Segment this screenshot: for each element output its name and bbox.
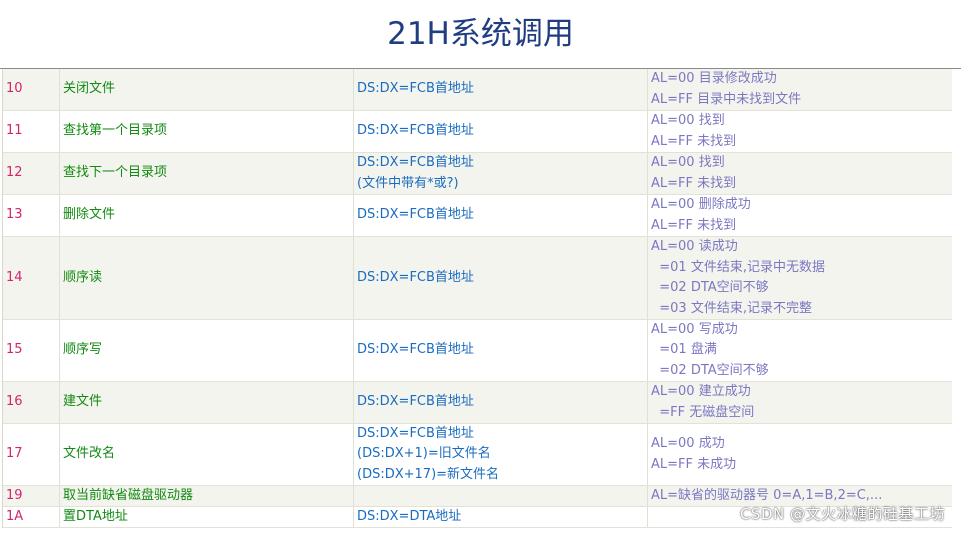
table-row: 17 文件改名 DS:DX=FCB首地址 (DS:DX+1)=旧文件名 (DS:DX+1… [3, 424, 952, 486]
return-values-line: AL=FF 未找到 [651, 133, 737, 149]
function-name-line: 文件改名 [63, 446, 116, 462]
table-row: 10 关闭文件 DS:DX=FCB首地址 AL=00 目录修改成功 AL=FF 目录中未… [3, 69, 952, 111]
function-name: 建文件 [60, 382, 354, 423]
title-bar: 21H系统调用 [0, 0, 961, 69]
table-row: 13 删除文件 DS:DX=FCB首地址 AL=00 删除成功 AL=FF 未找到 [3, 195, 952, 237]
function-code: 19 [3, 486, 60, 506]
return-values-line: AL=00 成功 [651, 436, 725, 451]
page-title: 21H系统调用 [387, 16, 574, 52]
return-values-line: =03 文件结束,记录不完整 [651, 300, 812, 316]
return-values-line: AL=FF 未找到 [651, 217, 737, 233]
return-values: AL=00 写成功 =01 盘满 =02 DTA空间不够 [648, 320, 952, 381]
table-row: 11 查找第一个目录项 DS:DX=FCB首地址 AL=00 找到 AL=FF 未找到 [3, 111, 952, 153]
function-name: 查找第一个目录项 [60, 111, 354, 152]
function-name: 顺序写 [60, 320, 354, 381]
function-name-line: 查找第一个目录项 [63, 123, 168, 139]
function-code: 1A [3, 507, 60, 527]
entry-params: DS:DX=FCB首地址 [354, 237, 648, 319]
function-name-line: 取当前缺省磁盘驱动器 [63, 487, 194, 503]
entry-params-line: (DS:DX+17)=新文件名 [357, 466, 500, 482]
function-name: 文件改名 [60, 424, 354, 485]
entry-params-line: DS:DX=FCB首地址 [357, 81, 474, 97]
entry-params: DS:DX=FCB首地址 [354, 69, 648, 110]
entry-params-line: DS:DX=FCB首地址 [357, 342, 474, 358]
entry-params-line: DS:DX=FCB首地址 [357, 394, 474, 410]
function-name: 置DTA地址 [60, 507, 354, 527]
entry-params: DS:DX=DTA地址 [354, 507, 648, 527]
function-code: 15 [3, 320, 60, 381]
table-row: 12 查找下一个目录项 DS:DX=FCB首地址 (文件中带有*或?) AL=00 找到… [3, 153, 952, 195]
entry-params: DS:DX=FCB首地址 [354, 195, 648, 236]
return-values: AL=00 删除成功 AL=FF 未找到 [648, 195, 952, 236]
return-values-line: AL=00 找到 [651, 113, 725, 128]
function-code: 13 [3, 195, 60, 236]
function-name-line: 顺序写 [63, 342, 103, 358]
function-code: 10 [3, 69, 60, 110]
function-name-line: 删除文件 [63, 207, 116, 223]
return-values-line: AL=00 建立成功 [651, 384, 751, 399]
entry-params: DS:DX=FCB首地址 (DS:DX+1)=旧文件名 (DS:DX+17)=新文件… [354, 424, 648, 485]
return-values-line: =02 DTA空间不够 [651, 362, 769, 378]
entry-params-line: DS:DX=FCB首地址 [357, 123, 474, 139]
function-name: 关闭文件 [60, 69, 354, 110]
entry-params: DS:DX=FCB首地址 [354, 111, 648, 152]
function-name: 删除文件 [60, 195, 354, 236]
return-values: AL=00 找到 AL=FF 未找到 [648, 111, 952, 152]
entry-params-line: DS:DX=DTA地址 [357, 508, 462, 524]
return-values-line: AL=FF 未成功 [651, 456, 737, 472]
table-row: 15 顺序写 DS:DX=FCB首地址 AL=00 写成功 =01 盘满 =02 DT… [3, 320, 952, 382]
entry-params: DS:DX=FCB首地址 (文件中带有*或?) [354, 153, 648, 194]
function-name: 查找下一个目录项 [60, 153, 354, 194]
function-code: 16 [3, 382, 60, 423]
return-values: AL=00 建立成功 =FF 无磁盘空间 [648, 382, 952, 423]
entry-params [354, 486, 648, 506]
function-code: 17 [3, 424, 60, 485]
entry-params-line: DS:DX=FCB首地址 [357, 207, 474, 223]
return-values: AL=00 读成功 =01 文件结束,记录中无数据 =02 DTA空间不够 =0… [648, 237, 952, 319]
return-values-line: =FF 无磁盘空间 [651, 404, 755, 420]
return-values: AL=00 成功 AL=FF 未成功 [648, 424, 952, 485]
entry-params: DS:DX=FCB首地址 [354, 382, 648, 423]
return-values: AL=00 目录修改成功 AL=FF 目录中未找到文件 [648, 69, 952, 110]
table-row: 14 顺序读 DS:DX=FCB首地址 AL=00 读成功 =01 文件结束,记录中无… [3, 237, 952, 320]
return-values-line: AL=FF 未找到 [651, 175, 737, 191]
function-code: 14 [3, 237, 60, 319]
return-values-line: =01 文件结束,记录中无数据 [651, 259, 825, 275]
return-values: AL=00 找到 AL=FF 未找到 [648, 153, 952, 194]
entry-params-line: DS:DX=FCB首地址 [357, 269, 474, 285]
entry-params-line: DS:DX=FCB首地址 [357, 155, 474, 170]
return-values-line: AL=00 找到 [651, 155, 725, 170]
return-values-line: AL=00 读成功 [651, 239, 738, 254]
entry-params-line: (DS:DX+1)=旧文件名 [357, 446, 491, 462]
return-values-line: =01 盘满 [651, 342, 717, 358]
syscall-table: 10 关闭文件 DS:DX=FCB首地址 AL=00 目录修改成功 AL=FF 目录中未… [2, 69, 952, 528]
function-name-line: 置DTA地址 [63, 508, 128, 524]
return-values-line: =02 DTA空间不够 [651, 280, 769, 295]
function-code: 11 [3, 111, 60, 152]
function-name-line: 顺序读 [63, 269, 103, 285]
watermark: CSDN @文火冰糖的硅基工坊 [739, 505, 945, 523]
function-name-line: 关闭文件 [63, 81, 116, 97]
entry-params-line: DS:DX=FCB首地址 [357, 425, 474, 441]
return-values-line: AL=FF 目录中未找到文件 [651, 91, 802, 107]
function-name-line: 查找下一个目录项 [63, 165, 168, 181]
return-values-line: AL=00 目录修改成功 [651, 71, 777, 86]
function-code: 12 [3, 153, 60, 194]
table-row: 16 建文件 DS:DX=FCB首地址 AL=00 建立成功 =FF 无磁盘空间 [3, 382, 952, 424]
return-values-line: AL=00 删除成功 [651, 197, 751, 212]
function-name-line: 建文件 [63, 394, 103, 410]
entry-params: DS:DX=FCB首地址 [354, 320, 648, 381]
return-values-line: AL=00 写成功 [651, 321, 738, 337]
function-name: 顺序读 [60, 237, 354, 319]
entry-params-line: (文件中带有*或?) [357, 175, 459, 191]
function-name: 取当前缺省磁盘驱动器 [60, 486, 354, 506]
